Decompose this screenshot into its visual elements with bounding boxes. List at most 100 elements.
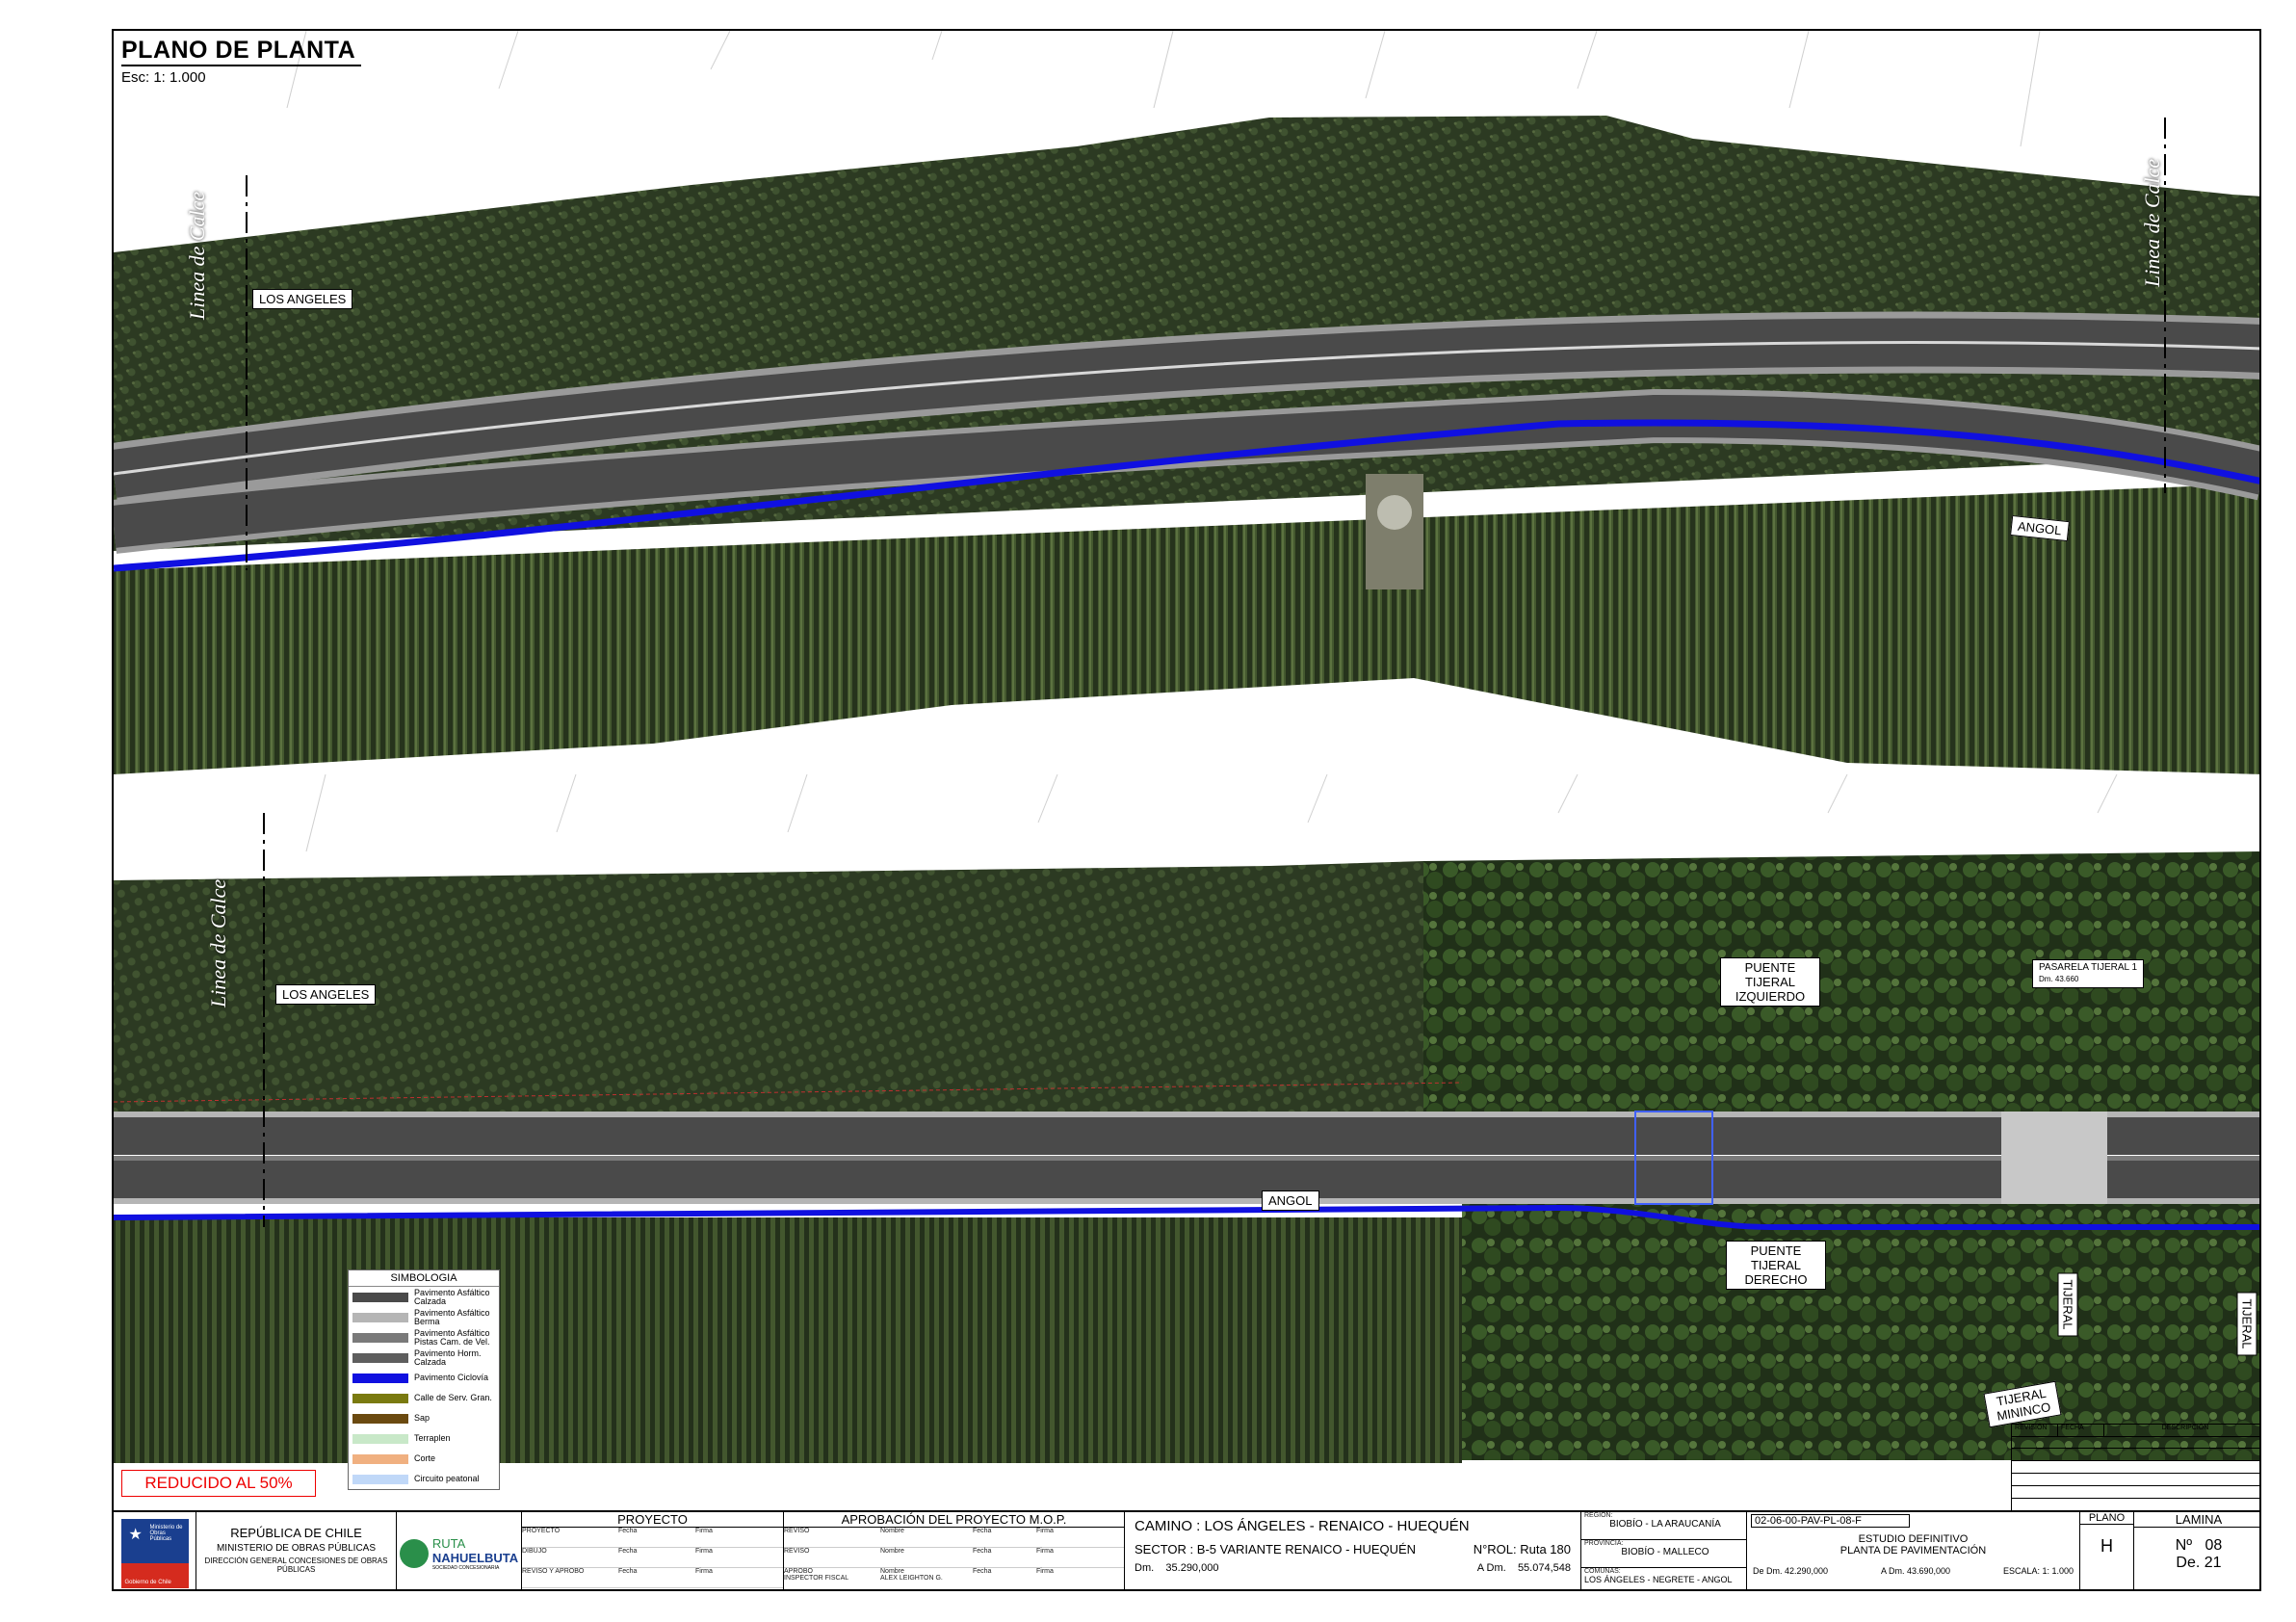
comunas-label: COMUNAS: [1584, 1568, 1621, 1575]
aprob-nombre1: Nombre [880, 1528, 904, 1534]
aprob-row3: APROBO [784, 1568, 813, 1575]
legend-label: Sap [414, 1413, 430, 1423]
col-fecha: FECHA [2058, 1425, 2104, 1436]
legend-swatch [352, 1433, 408, 1444]
plano-block: PLANO H [2080, 1512, 2134, 1589]
region-value: BIOBÍO - LA ARAUCANÍA [1609, 1519, 1721, 1530]
aprob-row2: REVISO [784, 1548, 810, 1555]
proyecto-firma: Firma [695, 1568, 713, 1575]
legend-label: Circuito peatonal [414, 1474, 480, 1483]
legend-swatch [352, 1393, 408, 1403]
revision-table: REVISIÓN FECHA DESCRIPCIÓN [2011, 1424, 2259, 1511]
rol-text: N°ROL: Ruta 180 [1473, 1542, 1571, 1557]
direccion-text: DIRECCIÓN GENERAL CONCESIONES DE OBRAS P… [204, 1557, 388, 1574]
region-label: REGION: [1584, 1512, 1613, 1519]
legend-item: Pavimento Horm. Calzada [349, 1347, 499, 1368]
aprob-nombre3-label: Nombre [880, 1568, 904, 1575]
proyecto-fecha: Fecha [618, 1568, 638, 1575]
legend-item: Corte [349, 1449, 499, 1469]
legend-swatch [352, 1373, 408, 1383]
comunas-value: LOS ÁNGELES - NEGRETE - ANGOL [1584, 1575, 1733, 1584]
aprob-fecha1: Fecha [973, 1528, 992, 1534]
legend-swatch [352, 1453, 408, 1464]
plan-title: PLANO DE PLANTA [121, 37, 362, 66]
plan-view-top: PLANO DE PLANTA Esc: 1: 1.000 LOS ANGELE… [114, 31, 2259, 777]
proyecto-row-label: DIBUJO [522, 1548, 547, 1555]
proyecto-block: PROYECTO PROYECTO Fecha Firma DIBUJO Fecha Fi… [522, 1512, 784, 1589]
provincia-label: PROVINCIA: [1584, 1540, 1624, 1547]
calce-label-right-top: Linea de Calce [2140, 158, 2164, 287]
proyecto-row: REVISO Y APROBO Fecha Firma [522, 1568, 783, 1588]
republica-text: REPÚBLICA DE CHILE [230, 1526, 362, 1540]
legend-label: Pavimento Horm. Calzada [414, 1347, 482, 1367]
legend-label: Pavimento Asfáltico Pistas Cam. de Vel. [414, 1327, 490, 1347]
legend-title: SIMBOLOGIA [349, 1270, 499, 1287]
lamina-block: LAMINA Nº 08 De. 21 [2134, 1512, 2259, 1589]
adm-label: A Dm. [1476, 1562, 1506, 1574]
calce-label-left-top: Linea de Calce [185, 191, 209, 320]
proyecto-rows: PROYECTO Fecha Firma DIBUJO Fecha Firma REVISO… [522, 1528, 783, 1588]
proyecto-title: PROYECTO [522, 1512, 783, 1528]
proyecto-firma: Firma [695, 1528, 713, 1534]
pasarela-dm: Dm. 43.660 [2039, 975, 2079, 983]
region-block: REGION: BIOBÍO - LA ARAUCANÍA PROVINCIA: B… [1581, 1512, 1747, 1589]
label-tijeral-2: TIJERAL [2236, 1292, 2257, 1356]
provincia-value: BIOBÍO - MALLECO [1621, 1547, 1709, 1557]
aprob-firma3: Firma [1036, 1568, 1054, 1575]
dm-value: 35.290,000 [1165, 1562, 1219, 1574]
legend-item: Pavimento Asfáltico Calzada [349, 1287, 499, 1307]
dm-label: Dm. [1135, 1562, 1155, 1574]
ruta-logo-icon [399, 1539, 429, 1568]
proyecto-fecha: Fecha [618, 1548, 638, 1555]
legend-item: Pavimento Asfáltico Pistas Cam. de Vel. [349, 1327, 499, 1347]
plano-label: PLANO [2080, 1512, 2133, 1525]
pasarela-name: PASARELA TIJERAL 1 [2039, 962, 2138, 973]
legend-item: Circuito peatonal [349, 1469, 499, 1489]
legend-label: Terraplen [414, 1433, 451, 1443]
lamina-total: De. 21 [2176, 1555, 2222, 1571]
aprob-row1: REVISO [784, 1528, 810, 1534]
legend: SIMBOLOGIA Pavimento Asfáltico Calzada Pa… [348, 1269, 500, 1490]
lamina-label: LAMINA [2134, 1512, 2259, 1528]
legend-label: Pavimento Asfáltico Calzada [414, 1287, 490, 1306]
ruta-logo-top: RUTA [431, 1536, 466, 1551]
ruta-logo: RUTA NAHUELBUTA SOCIEDAD CONCESIONARIA [397, 1512, 522, 1589]
label-tijeral-1: TIJERAL [2057, 1272, 2078, 1337]
aerial-photo-top [114, 31, 2259, 774]
legend-swatch [352, 1474, 408, 1484]
sector-text: SECTOR : B-5 VARIANTE RENAICO - HUEQUÉN [1135, 1542, 1417, 1557]
label-angol-bottom: ANGOL [1262, 1190, 1319, 1211]
label-puente-derecho: PUENTE TIJERAL DERECHO [1726, 1241, 1826, 1290]
legend-swatch [352, 1413, 408, 1424]
de-dm: De Dm. 42.290,000 [1753, 1566, 1829, 1576]
legend-label: Pavimento Asfáltico Berma [414, 1307, 490, 1326]
planta-text: PLANTA DE PAVIMENTACIÓN [1839, 1545, 1987, 1557]
lamina-number: Nº 08 [2175, 1537, 2223, 1554]
reduced-stamp: REDUCIDO AL 50% [121, 1470, 316, 1497]
plan-scale: Esc: 1: 1.000 [121, 69, 206, 86]
legend-label: Corte [414, 1453, 436, 1463]
revision-rows [2012, 1436, 2259, 1511]
legend-label: Calle de Serv. Gran. [414, 1393, 492, 1402]
plan-code: 02-06-00-PAV-PL-08-F [1751, 1514, 1910, 1528]
aprob-row3b: INSPECTOR FISCAL [784, 1575, 849, 1582]
label-puente-izquierdo: PUENTE TIJERAL IZQUIERDO [1720, 957, 1820, 1007]
legend-item: Calle de Serv. Gran. [349, 1388, 499, 1408]
mop-logo-text: Ministerio de Obras Públicas [149, 1525, 183, 1542]
legend-item: Pavimento Ciclovía [349, 1368, 499, 1388]
proyecto-row: DIBUJO Fecha Firma [522, 1548, 783, 1568]
legend-item: Pavimento Asfáltico Berma [349, 1307, 499, 1327]
aprobacion-title: APROBACIÓN DEL PROYECTO M.O.P. [784, 1512, 1124, 1528]
proyecto-fecha: Fecha [618, 1528, 638, 1534]
legend-swatch [352, 1292, 408, 1302]
aprob-firma2: Firma [1036, 1548, 1054, 1555]
proyecto-firma: Firma [695, 1548, 713, 1555]
plano-value: H [2100, 1536, 2113, 1556]
legend-swatch [352, 1312, 408, 1322]
proyecto-row: PROYECTO Fecha Firma [522, 1528, 783, 1548]
ruta-logo-tag: SOCIEDAD CONCESIONARIA [431, 1565, 500, 1571]
proyecto-row-label: PROYECTO [522, 1528, 561, 1534]
legend-item: Terraplen [349, 1428, 499, 1449]
legend-items: Pavimento Asfáltico Calzada Pavimento Asf… [349, 1287, 499, 1489]
ruta-logo-bottom: NAHUELBUTA [431, 1551, 519, 1565]
